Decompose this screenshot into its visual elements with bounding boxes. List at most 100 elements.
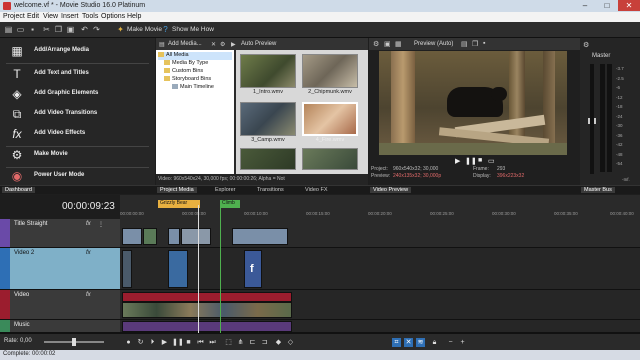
thumb-fire[interactable] [302,102,358,136]
marker-icon[interactable]: ◆ [274,338,283,347]
rate-slider-thumb[interactable] [72,338,76,346]
clip-facebook[interactable]: f [244,250,262,288]
clip-audio[interactable] [122,292,292,302]
go-start-icon[interactable]: ⏮ [196,338,205,347]
properties-icon[interactable]: ⚙ [220,41,225,48]
clip[interactable] [232,228,288,245]
auto-ripple-icon[interactable]: ≋ [416,338,425,347]
play-icon[interactable]: ▶ [455,157,460,165]
close-button[interactable]: ✕ [618,0,640,11]
auto-preview-icon[interactable]: ▶ [231,41,236,48]
playhead[interactable] [198,205,199,333]
play-icon-transport[interactable]: ▶ [160,338,169,347]
undo-icon[interactable]: ↶ [80,25,89,34]
split-icon[interactable]: ⋔ [236,338,245,347]
clip[interactable] [181,228,211,245]
media-folder-icon[interactable]: ▤ [159,41,165,48]
tab-video-fx[interactable]: Video FX [302,187,331,193]
preview-quality-dropdown[interactable]: Preview (Auto) [414,41,453,47]
copy-snapshot-icon[interactable]: ❐ [472,40,478,48]
record-icon[interactable]: ● [124,338,133,347]
tab-master-bus[interactable]: Master Bus [581,187,615,193]
go-end-icon[interactable]: ⏭ [208,338,217,347]
track3-fx-icon[interactable]: fx [86,292,91,298]
zoom-in-icon[interactable]: + [458,338,467,347]
new-icon[interactable]: ▤ [4,25,13,34]
save-icon[interactable]: ▪ [28,25,37,34]
loop-icon[interactable]: ↻ [136,338,145,347]
split-screen-icon[interactable]: ▣ [384,40,391,48]
make-movie-button[interactable]: Make Movie [127,26,162,33]
clip[interactable] [122,228,142,245]
preview-settings-icon[interactable]: ⚙ [373,40,379,48]
thumb-camp[interactable] [240,102,296,136]
thumb-6[interactable] [302,148,358,170]
marker-climb[interactable]: Climb [220,200,240,208]
open-icon[interactable]: ▭ [16,25,25,34]
normal-edit-tool-icon[interactable]: ⬚ [224,338,233,347]
track2-fx-icon[interactable]: fx [86,250,91,256]
clip[interactable] [122,250,132,288]
paste-icon[interactable]: ▣ [66,25,75,34]
menu-project[interactable]: Project [3,13,25,20]
save-snapshot-icon[interactable]: ▪ [483,40,485,47]
master-settings-icon[interactable]: ⚙ [583,41,589,49]
clip[interactable] [168,250,188,288]
minimize-button[interactable]: – [574,0,596,11]
make-movie-dashboard-button[interactable]: ⚙ Make Movie [0,145,155,165]
menu-help[interactable]: Help [127,13,141,20]
clip[interactable] [143,228,157,245]
clip[interactable] [168,228,180,245]
tree-item-storyboard-bins[interactable]: Storyboard Bins [164,76,211,84]
overlay-icon[interactable]: ▦ [395,40,402,48]
power-user-mode-button[interactable]: ◉ Power User Mode [0,166,155,186]
pause-icon-transport[interactable]: ❚❚ [172,338,184,347]
tab-video-preview[interactable]: Video Preview [370,187,412,193]
remove-media-icon[interactable]: ✕ [211,41,216,48]
grid-icon[interactable]: ▤ [461,40,468,48]
stop-icon[interactable]: ■ [478,157,482,164]
tab-transitions[interactable]: Transitions [254,187,287,193]
snapping-icon[interactable]: ⌗ [392,338,401,347]
region-icon[interactable]: ◇ [286,338,295,347]
add-video-transitions-button[interactable]: ⧉ Add Video Transitions [0,104,155,124]
tab-dashboard[interactable]: Dashboard [2,187,35,193]
help-icon[interactable]: ? [161,25,170,34]
marker-grizzly-bear[interactable]: Grizzly Bear [158,200,200,208]
track-header-video2[interactable]: Video 2 fx [0,248,120,290]
add-video-effects-button[interactable]: fx Add Video Effects [0,124,155,144]
trim-start-icon[interactable]: ⊏ [248,338,257,347]
copy-icon[interactable]: ❐ [54,25,63,34]
track-menu-icon[interactable]: ⋮ [98,221,104,228]
lock-envelopes-icon[interactable]: 🔒︎ [430,338,439,347]
add-text-titles-button[interactable]: T Add Text and Titles [0,64,155,84]
menu-options[interactable]: Options [101,13,125,20]
menu-insert[interactable]: Insert [61,13,79,20]
thumb-intro[interactable] [240,54,296,88]
stop-icon-transport[interactable]: ■ [184,338,193,347]
add-media-button[interactable]: Add Media... [168,41,202,47]
pause-icon[interactable]: ❚❚ [465,157,477,165]
show-me-how-button[interactable]: Show Me How [172,26,214,33]
track-header-music[interactable]: Music [0,320,120,333]
zoom-out-icon[interactable]: − [446,338,455,347]
menu-view[interactable]: View [43,13,58,20]
maximize-button[interactable]: □ [596,0,618,11]
cut-icon[interactable]: ✂ [42,25,51,34]
tree-item-custom-bins[interactable]: Custom Bins [164,68,203,76]
auto-crossfade-icon[interactable]: ✕ [404,338,413,347]
add-arrange-media-button[interactable]: ▦ Add/Arrange Media [0,41,155,61]
thumb-chipmunk[interactable] [302,54,358,88]
redo-icon[interactable]: ↷ [92,25,101,34]
trim-end-icon[interactable]: ⊐ [260,338,269,347]
tree-item-all-media[interactable]: All Media [158,52,232,60]
track-header-title[interactable]: Title Straight fx ⋮ [0,219,120,248]
tree-item-main-timeline[interactable]: Main Timeline [172,84,214,92]
track-fx-icon[interactable]: fx [86,221,91,227]
auto-preview-button[interactable]: Auto Preview [241,41,276,47]
clip-music[interactable] [122,321,292,332]
tab-project-media[interactable]: Project Media [157,187,197,193]
thumb-5[interactable] [240,148,296,170]
make-movie-icon[interactable]: ✦ [116,25,125,34]
menu-edit[interactable]: Edit [27,13,39,20]
